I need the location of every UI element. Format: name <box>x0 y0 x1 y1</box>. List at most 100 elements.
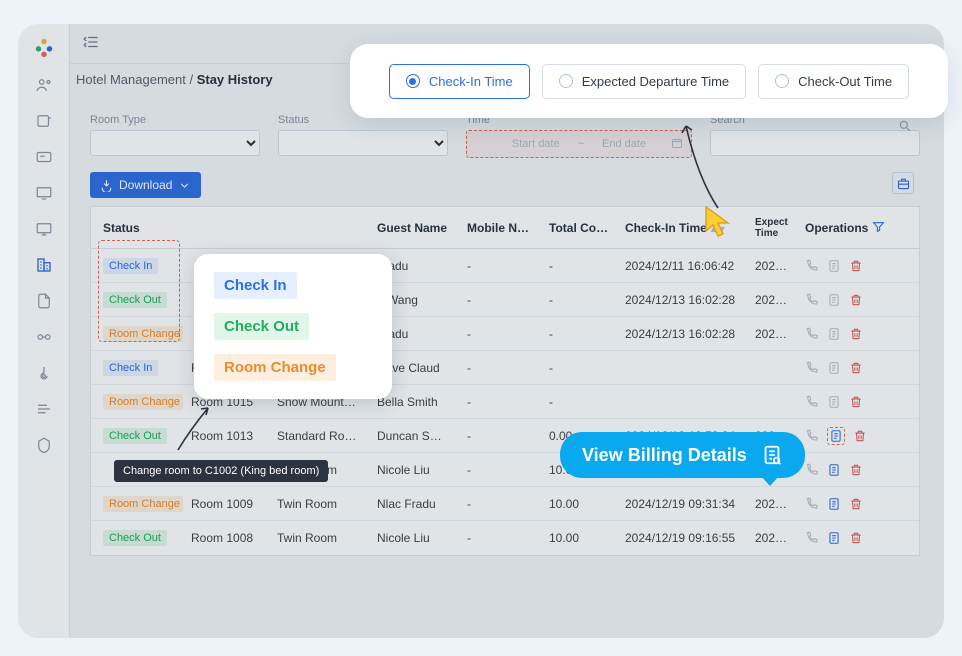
cell-guest: Nicole Liu <box>369 531 459 545</box>
cell-mobile: - <box>459 259 541 273</box>
call-icon[interactable] <box>805 259 819 273</box>
call-icon[interactable] <box>805 497 819 511</box>
breadcrumb-current: Stay History <box>197 72 273 87</box>
filter-bar: Room Type Status Time Start date ~ End d… <box>90 114 920 158</box>
cell-mobile: - <box>459 463 541 477</box>
delete-icon[interactable] <box>849 531 863 545</box>
search-icon[interactable] <box>898 119 912 136</box>
delete-icon[interactable] <box>849 361 863 375</box>
filter-icon[interactable] <box>872 220 885 236</box>
nav-item-8[interactable] <box>35 328 53 346</box>
cursor-pointer-icon <box>702 204 736 242</box>
col-header-guest[interactable]: Guest Name <box>369 221 459 235</box>
breadcrumb: Hotel Management / Stay History <box>76 72 273 87</box>
calendar-icon <box>671 137 683 152</box>
cell-room: Room 1013 <box>183 429 269 443</box>
radio-icon <box>406 74 420 88</box>
cell-mobile: - <box>459 327 541 341</box>
cell-cost: - <box>541 361 617 375</box>
billing-details-icon[interactable] <box>827 531 841 545</box>
col-header-departure[interactable]: ExpectTime <box>747 217 797 239</box>
delete-icon[interactable] <box>849 463 863 477</box>
cell-mobile: - <box>459 293 541 307</box>
delete-icon[interactable] <box>849 497 863 511</box>
billing-details-icon[interactable] <box>827 497 841 511</box>
cell-type: Twin Room <box>269 497 369 511</box>
download-button[interactable]: Download <box>90 172 201 198</box>
nav-item-9[interactable] <box>35 364 53 382</box>
cell-guest: Nicole Liu <box>369 463 459 477</box>
billing-details-icon[interactable] <box>827 259 841 273</box>
breadcrumb-parent[interactable]: Hotel Management <box>76 72 186 87</box>
cell-type: Standard Room <box>269 429 369 443</box>
billing-details-icon[interactable] <box>827 361 841 375</box>
call-icon[interactable] <box>805 531 819 545</box>
col-header-operations: Operations <box>797 220 887 236</box>
nav-item-2[interactable] <box>35 112 53 130</box>
nav-item-7[interactable] <box>35 292 53 310</box>
cell-departure: 2024/1 <box>747 293 797 307</box>
room-type-select[interactable] <box>90 130 260 156</box>
nav-item-4[interactable] <box>35 184 53 202</box>
billing-details-icon[interactable] <box>827 327 841 341</box>
nav-item-hotel-active[interactable] <box>35 256 53 274</box>
date-range-input[interactable]: Start date ~ End date <box>466 130 692 158</box>
cell-cost: - <box>541 259 617 273</box>
call-icon[interactable] <box>805 361 819 375</box>
call-icon[interactable] <box>805 463 819 477</box>
status-badge: Room Change <box>103 394 183 410</box>
view-billing-details-callout[interactable]: View Billing Details <box>560 432 805 478</box>
call-icon[interactable] <box>805 293 819 307</box>
billing-details-icon[interactable] <box>829 429 843 443</box>
billing-details-icon[interactable] <box>827 395 841 409</box>
room-type-label: Room Type <box>90 114 260 126</box>
start-date-placeholder: Start date <box>512 138 560 150</box>
cell-departure: 2024/1 <box>747 259 797 273</box>
delete-icon[interactable] <box>853 429 867 443</box>
cell-mobile: - <box>459 531 541 545</box>
time-option-checkin[interactable]: Check-In Time <box>389 64 530 99</box>
cell-guest: Nlac Fradu <box>369 497 459 511</box>
radio-icon <box>559 74 573 88</box>
cell-cost: - <box>541 327 617 341</box>
nav-item-3[interactable] <box>35 148 53 166</box>
delete-icon[interactable] <box>849 293 863 307</box>
status-badge: Room Change <box>103 326 183 342</box>
billing-details-icon[interactable] <box>827 463 841 477</box>
call-icon[interactable] <box>805 327 819 341</box>
time-filter-bar: Check-In Time Expected Departure Time Ch… <box>350 44 948 118</box>
nav-item-10[interactable] <box>35 400 53 418</box>
end-date-placeholder: End date <box>602 138 646 150</box>
time-option-checkout[interactable]: Check-Out Time <box>758 64 909 99</box>
nav-item-1[interactable] <box>35 76 53 94</box>
left-nav-rail <box>18 24 70 638</box>
table-row[interactable]: Room ChangeRoom 1009Twin RoomNlac Fradu-… <box>91 487 919 521</box>
status-badge: Room Change <box>103 496 183 512</box>
status-legend-popup: Check In Check Out Room Change <box>194 254 392 399</box>
call-icon[interactable] <box>805 429 819 443</box>
col-header-status[interactable]: Status <box>91 221 183 235</box>
status-badge: Check Out <box>103 292 167 308</box>
billing-details-icon[interactable] <box>827 293 841 307</box>
table-settings-button[interactable] <box>892 172 914 194</box>
status-badge: Check In <box>103 360 158 376</box>
status-badge: Check Out <box>103 428 167 444</box>
delete-icon[interactable] <box>849 395 863 409</box>
nav-item-5[interactable] <box>35 220 53 238</box>
status-badge: Check Out <box>103 530 167 546</box>
table-row[interactable]: Check OutRoom 1008Twin RoomNicole Liu-10… <box>91 521 919 555</box>
col-header-mobile[interactable]: Mobile Number <box>459 221 541 235</box>
delete-icon[interactable] <box>849 259 863 273</box>
call-icon[interactable] <box>805 395 819 409</box>
collapse-sidebar-icon[interactable] <box>82 33 100 54</box>
nav-item-11[interactable] <box>35 436 53 454</box>
col-header-cost[interactable]: Total Costs▲▼ <box>541 221 617 235</box>
status-badge: Check In <box>103 258 158 274</box>
cell-room: Room 1008 <box>183 531 269 545</box>
status-select[interactable] <box>278 130 448 156</box>
radio-icon <box>775 74 789 88</box>
cell-cost: - <box>541 293 617 307</box>
search-input[interactable] <box>710 130 920 156</box>
time-option-expected-departure[interactable]: Expected Departure Time <box>542 64 746 99</box>
delete-icon[interactable] <box>849 327 863 341</box>
